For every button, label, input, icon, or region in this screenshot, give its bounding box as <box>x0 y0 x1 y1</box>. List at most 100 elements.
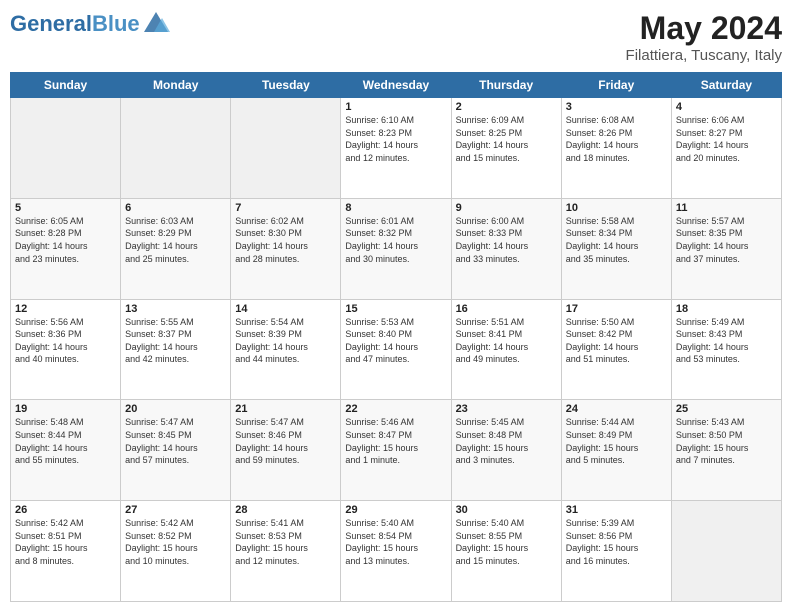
day-info: Sunrise: 6:09 AM Sunset: 8:25 PM Dayligh… <box>456 114 557 164</box>
day-number: 17 <box>566 303 667 315</box>
day-info: Sunrise: 5:42 AM Sunset: 8:52 PM Dayligh… <box>125 517 226 567</box>
day-info: Sunrise: 5:41 AM Sunset: 8:53 PM Dayligh… <box>235 517 336 567</box>
day-number: 23 <box>456 403 557 415</box>
table-row: 31Sunrise: 5:39 AM Sunset: 8:56 PM Dayli… <box>561 501 671 602</box>
day-number: 4 <box>676 101 777 113</box>
col-tuesday: Tuesday <box>231 73 341 98</box>
day-info: Sunrise: 6:06 AM Sunset: 8:27 PM Dayligh… <box>676 114 777 164</box>
calendar-header-row: Sunday Monday Tuesday Wednesday Thursday… <box>11 73 782 98</box>
table-row: 3Sunrise: 6:08 AM Sunset: 8:26 PM Daylig… <box>561 98 671 199</box>
day-number: 8 <box>345 202 446 214</box>
day-info: Sunrise: 6:10 AM Sunset: 8:23 PM Dayligh… <box>345 114 446 164</box>
day-info: Sunrise: 5:49 AM Sunset: 8:43 PM Dayligh… <box>676 316 777 366</box>
day-info: Sunrise: 5:47 AM Sunset: 8:45 PM Dayligh… <box>125 416 226 466</box>
calendar-week-row: 19Sunrise: 5:48 AM Sunset: 8:44 PM Dayli… <box>11 400 782 501</box>
day-number: 28 <box>235 504 336 516</box>
day-info: Sunrise: 5:42 AM Sunset: 8:51 PM Dayligh… <box>15 517 116 567</box>
day-info: Sunrise: 5:48 AM Sunset: 8:44 PM Dayligh… <box>15 416 116 466</box>
day-number: 25 <box>676 403 777 415</box>
table-row: 27Sunrise: 5:42 AM Sunset: 8:52 PM Dayli… <box>121 501 231 602</box>
table-row: 23Sunrise: 5:45 AM Sunset: 8:48 PM Dayli… <box>451 400 561 501</box>
day-number: 31 <box>566 504 667 516</box>
day-info: Sunrise: 5:43 AM Sunset: 8:50 PM Dayligh… <box>676 416 777 466</box>
day-number: 16 <box>456 303 557 315</box>
table-row: 19Sunrise: 5:48 AM Sunset: 8:44 PM Dayli… <box>11 400 121 501</box>
table-row: 12Sunrise: 5:56 AM Sunset: 8:36 PM Dayli… <box>11 299 121 400</box>
day-number: 20 <box>125 403 226 415</box>
table-row: 15Sunrise: 5:53 AM Sunset: 8:40 PM Dayli… <box>341 299 451 400</box>
table-row <box>231 98 341 199</box>
day-info: Sunrise: 5:44 AM Sunset: 8:49 PM Dayligh… <box>566 416 667 466</box>
location: Filattiera, Tuscany, Italy <box>626 47 782 64</box>
table-row: 4Sunrise: 6:06 AM Sunset: 8:27 PM Daylig… <box>671 98 781 199</box>
table-row: 20Sunrise: 5:47 AM Sunset: 8:45 PM Dayli… <box>121 400 231 501</box>
day-number: 19 <box>15 403 116 415</box>
day-number: 10 <box>566 202 667 214</box>
day-number: 26 <box>15 504 116 516</box>
col-monday: Monday <box>121 73 231 98</box>
col-thursday: Thursday <box>451 73 561 98</box>
table-row: 26Sunrise: 5:42 AM Sunset: 8:51 PM Dayli… <box>11 501 121 602</box>
day-info: Sunrise: 6:00 AM Sunset: 8:33 PM Dayligh… <box>456 215 557 265</box>
day-info: Sunrise: 5:56 AM Sunset: 8:36 PM Dayligh… <box>15 316 116 366</box>
table-row: 8Sunrise: 6:01 AM Sunset: 8:32 PM Daylig… <box>341 198 451 299</box>
day-number: 11 <box>676 202 777 214</box>
table-row: 30Sunrise: 5:40 AM Sunset: 8:55 PM Dayli… <box>451 501 561 602</box>
table-row: 17Sunrise: 5:50 AM Sunset: 8:42 PM Dayli… <box>561 299 671 400</box>
col-sunday: Sunday <box>11 73 121 98</box>
col-friday: Friday <box>561 73 671 98</box>
logo-icon <box>142 10 170 38</box>
day-number: 6 <box>125 202 226 214</box>
table-row: 21Sunrise: 5:47 AM Sunset: 8:46 PM Dayli… <box>231 400 341 501</box>
day-info: Sunrise: 6:08 AM Sunset: 8:26 PM Dayligh… <box>566 114 667 164</box>
table-row: 18Sunrise: 5:49 AM Sunset: 8:43 PM Dayli… <box>671 299 781 400</box>
day-number: 18 <box>676 303 777 315</box>
day-info: Sunrise: 5:57 AM Sunset: 8:35 PM Dayligh… <box>676 215 777 265</box>
header: GeneralBlue May 2024 Filattiera, Tuscany… <box>10 10 782 64</box>
table-row: 16Sunrise: 5:51 AM Sunset: 8:41 PM Dayli… <box>451 299 561 400</box>
table-row: 14Sunrise: 5:54 AM Sunset: 8:39 PM Dayli… <box>231 299 341 400</box>
table-row <box>121 98 231 199</box>
day-number: 30 <box>456 504 557 516</box>
day-number: 5 <box>15 202 116 214</box>
table-row: 24Sunrise: 5:44 AM Sunset: 8:49 PM Dayli… <box>561 400 671 501</box>
day-number: 1 <box>345 101 446 113</box>
col-wednesday: Wednesday <box>341 73 451 98</box>
day-info: Sunrise: 5:55 AM Sunset: 8:37 PM Dayligh… <box>125 316 226 366</box>
day-number: 24 <box>566 403 667 415</box>
calendar-week-row: 5Sunrise: 6:05 AM Sunset: 8:28 PM Daylig… <box>11 198 782 299</box>
table-row: 25Sunrise: 5:43 AM Sunset: 8:50 PM Dayli… <box>671 400 781 501</box>
day-info: Sunrise: 5:40 AM Sunset: 8:55 PM Dayligh… <box>456 517 557 567</box>
day-number: 14 <box>235 303 336 315</box>
day-number: 12 <box>15 303 116 315</box>
logo-text: GeneralBlue <box>10 13 140 35</box>
day-info: Sunrise: 6:02 AM Sunset: 8:30 PM Dayligh… <box>235 215 336 265</box>
table-row <box>11 98 121 199</box>
day-info: Sunrise: 5:40 AM Sunset: 8:54 PM Dayligh… <box>345 517 446 567</box>
day-info: Sunrise: 5:39 AM Sunset: 8:56 PM Dayligh… <box>566 517 667 567</box>
calendar-week-row: 1Sunrise: 6:10 AM Sunset: 8:23 PM Daylig… <box>11 98 782 199</box>
calendar: Sunday Monday Tuesday Wednesday Thursday… <box>10 72 782 602</box>
day-number: 9 <box>456 202 557 214</box>
table-row: 13Sunrise: 5:55 AM Sunset: 8:37 PM Dayli… <box>121 299 231 400</box>
day-number: 3 <box>566 101 667 113</box>
title-block: May 2024 Filattiera, Tuscany, Italy <box>626 10 782 64</box>
table-row: 6Sunrise: 6:03 AM Sunset: 8:29 PM Daylig… <box>121 198 231 299</box>
day-info: Sunrise: 5:53 AM Sunset: 8:40 PM Dayligh… <box>345 316 446 366</box>
day-number: 7 <box>235 202 336 214</box>
col-saturday: Saturday <box>671 73 781 98</box>
calendar-week-row: 26Sunrise: 5:42 AM Sunset: 8:51 PM Dayli… <box>11 501 782 602</box>
table-row: 7Sunrise: 6:02 AM Sunset: 8:30 PM Daylig… <box>231 198 341 299</box>
day-info: Sunrise: 5:54 AM Sunset: 8:39 PM Dayligh… <box>235 316 336 366</box>
table-row: 1Sunrise: 6:10 AM Sunset: 8:23 PM Daylig… <box>341 98 451 199</box>
day-info: Sunrise: 5:50 AM Sunset: 8:42 PM Dayligh… <box>566 316 667 366</box>
table-row: 5Sunrise: 6:05 AM Sunset: 8:28 PM Daylig… <box>11 198 121 299</box>
table-row: 28Sunrise: 5:41 AM Sunset: 8:53 PM Dayli… <box>231 501 341 602</box>
day-info: Sunrise: 6:01 AM Sunset: 8:32 PM Dayligh… <box>345 215 446 265</box>
day-number: 22 <box>345 403 446 415</box>
day-info: Sunrise: 5:46 AM Sunset: 8:47 PM Dayligh… <box>345 416 446 466</box>
day-number: 27 <box>125 504 226 516</box>
table-row: 10Sunrise: 5:58 AM Sunset: 8:34 PM Dayli… <box>561 198 671 299</box>
day-number: 13 <box>125 303 226 315</box>
day-number: 21 <box>235 403 336 415</box>
